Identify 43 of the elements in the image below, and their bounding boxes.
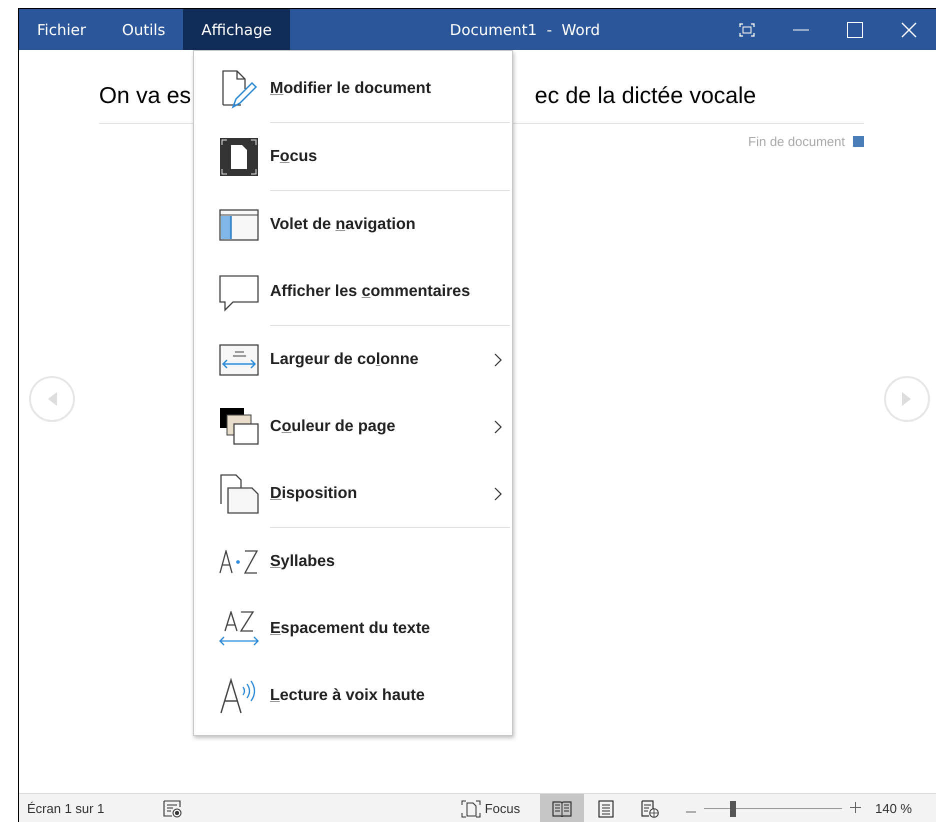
navigation-pane-icon (219, 208, 259, 240)
minus-icon (686, 810, 696, 812)
end-marker-icon (853, 136, 864, 147)
zoom-level: 140 % (875, 801, 912, 816)
window-title: Document1 - Word (450, 20, 600, 38)
focus-button[interactable]: Focus (452, 794, 528, 822)
document-text: ec de la dictée vocale (534, 82, 756, 109)
close-icon (901, 22, 917, 38)
focus-document-icon (219, 136, 259, 176)
zoom-slider[interactable] (704, 800, 842, 816)
menu-item[interactable]: Focus (194, 123, 512, 190)
menu-item[interactable]: Largeur de colonne (194, 326, 512, 393)
right-triangle-icon (901, 391, 913, 407)
page-color-icon (219, 406, 259, 446)
maximize-icon (847, 22, 863, 38)
menu-item[interactable]: Espacement du texte (194, 595, 512, 662)
page-icon (598, 800, 614, 818)
menu-item[interactable]: Lecture à voix haute (194, 662, 512, 729)
syllables-icon (219, 550, 259, 574)
fullscreen-icon (739, 22, 755, 36)
column-width-icon (219, 344, 259, 376)
document-text: On va es (99, 82, 192, 109)
web-page-icon (641, 800, 660, 818)
menu-item[interactable]: Volet de navigation (194, 191, 512, 258)
minimize-icon (793, 28, 809, 30)
left-triangle-icon (46, 391, 58, 407)
end-of-document-label: Fin de document (748, 134, 845, 149)
read-mode-button[interactable] (540, 794, 584, 822)
menu-item[interactable]: Modifier le document (194, 55, 512, 122)
page-count: Écran 1 sur 1 (26, 801, 106, 816)
menu-tab[interactable]: Fichier (19, 9, 104, 50)
slider-thumb[interactable] (730, 800, 736, 816)
menu-item[interactable]: Disposition (194, 460, 512, 527)
menu-tab[interactable]: Outils (104, 9, 184, 50)
text-spacing-icon (219, 610, 259, 646)
page-layout-icon (219, 474, 259, 514)
menu-item[interactable]: Syllabes (194, 528, 512, 595)
book-icon (552, 800, 572, 816)
focus-icon (460, 800, 481, 818)
menu-item[interactable]: Afficher les commentaires (194, 258, 512, 325)
plus-icon (850, 802, 862, 812)
menu-item[interactable]: Couleur de page (194, 393, 512, 460)
menu-tab[interactable]: Affichage (183, 9, 290, 50)
